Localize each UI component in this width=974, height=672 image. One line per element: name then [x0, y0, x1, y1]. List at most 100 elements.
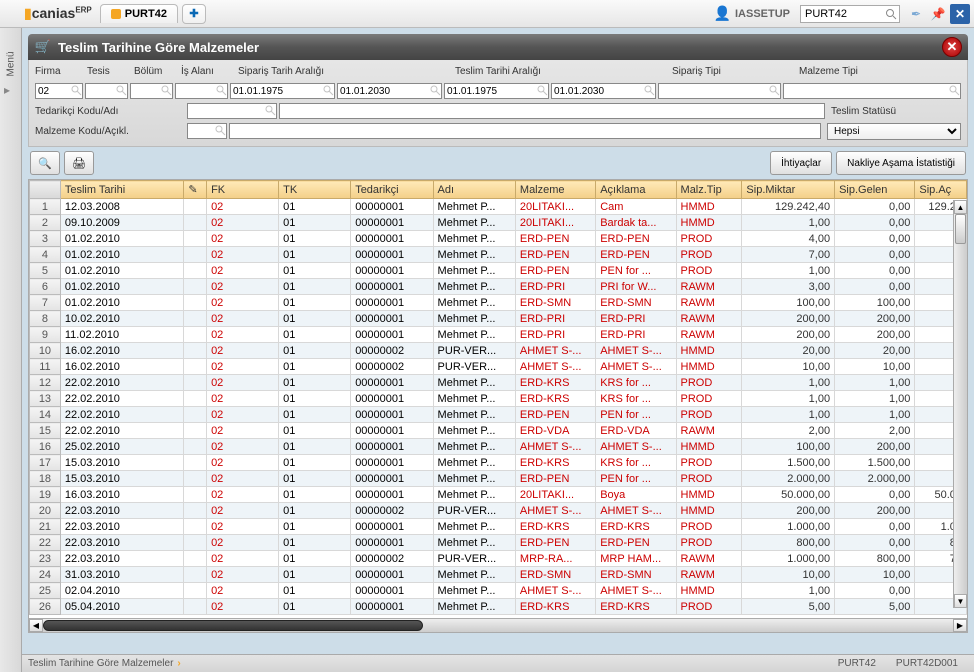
cell-miktar[interactable]: 2.000,00 [742, 471, 835, 487]
cell-adi[interactable]: Mehmet P... [433, 599, 515, 615]
table-row[interactable]: 2022.03.2010020100000002PUR-VER...AHMET … [30, 503, 967, 519]
cell-miktar[interactable]: 2,00 [742, 423, 835, 439]
cell-teslim-tarihi[interactable]: 02.04.2010 [60, 583, 184, 599]
col-sip-gelen[interactable]: Sip.Gelen [835, 181, 915, 199]
cell-tedarikci[interactable]: 00000002 [351, 359, 433, 375]
cell-fk[interactable]: 02 [207, 263, 279, 279]
cell-adi[interactable]: Mehmet P... [433, 567, 515, 583]
cell-tip[interactable]: PROD [676, 519, 742, 535]
print-button[interactable]: 🖨 [64, 151, 94, 175]
cell-tk[interactable]: 01 [279, 343, 351, 359]
cell-edit[interactable] [184, 327, 207, 343]
cell-fk[interactable]: 02 [207, 551, 279, 567]
cell-adi[interactable]: Mehmet P... [433, 423, 515, 439]
table-row[interactable]: 1715.03.2010020100000001Mehmet P...ERD-K… [30, 455, 967, 471]
cell-tk[interactable]: 01 [279, 327, 351, 343]
scroll-right-icon[interactable]: ▶ [953, 619, 967, 632]
cell-aciklama[interactable]: ERD-PEN [596, 247, 676, 263]
input-tedarikci-adi[interactable] [279, 103, 825, 119]
cell-gelen[interactable]: 800,00 [835, 551, 915, 567]
col-malzeme[interactable]: Malzeme [515, 181, 595, 199]
cell-aciklama[interactable]: Cam [596, 199, 676, 215]
cell-aciklama[interactable]: PEN for ... [596, 407, 676, 423]
cell-edit[interactable] [184, 295, 207, 311]
cell-edit[interactable] [184, 535, 207, 551]
cell-adi[interactable]: Mehmet P... [433, 535, 515, 551]
cell-miktar[interactable]: 100,00 [742, 295, 835, 311]
input-siparis-tipi[interactable] [658, 83, 781, 99]
cell-adi[interactable]: Mehmet P... [433, 487, 515, 503]
col-malz-tip[interactable]: Malz.Tip [676, 181, 742, 199]
cell-tk[interactable]: 01 [279, 407, 351, 423]
cell-aciklama[interactable]: PEN for ... [596, 263, 676, 279]
cell-tedarikci[interactable]: 00000001 [351, 263, 433, 279]
cell-tk[interactable]: 01 [279, 487, 351, 503]
cell-edit[interactable] [184, 503, 207, 519]
cell-edit[interactable] [184, 311, 207, 327]
lookup-icon[interactable] [429, 84, 441, 96]
cell-miktar[interactable]: 1.000,00 [742, 519, 835, 535]
cell-gelen[interactable]: 200,00 [835, 503, 915, 519]
cell-aciklama[interactable]: ERD-SMN [596, 295, 676, 311]
cell-tip[interactable]: RAWM [676, 567, 742, 583]
horizontal-scrollbar[interactable]: ◀ ▶ [29, 618, 967, 632]
sidebar-collapsed[interactable]: Menü ▸ [0, 28, 22, 672]
cell-tip[interactable]: PROD [676, 231, 742, 247]
cell-adi[interactable]: Mehmet P... [433, 247, 515, 263]
cell-edit[interactable] [184, 263, 207, 279]
cell-tedarikci[interactable]: 00000002 [351, 343, 433, 359]
cell-miktar[interactable]: 5,00 [742, 599, 835, 615]
cell-aciklama[interactable]: Bardak ta... [596, 215, 676, 231]
cell-fk[interactable]: 02 [207, 327, 279, 343]
cell-malzeme[interactable]: ERD-PEN [515, 247, 595, 263]
cell-tip[interactable]: HMMD [676, 503, 742, 519]
cell-tip[interactable]: HMMD [676, 359, 742, 375]
cell-adi[interactable]: Mehmet P... [433, 455, 515, 471]
cell-miktar[interactable]: 100,00 [742, 439, 835, 455]
cell-edit[interactable] [184, 359, 207, 375]
cell-tk[interactable]: 01 [279, 583, 351, 599]
vertical-scrollbar[interactable]: ▲ ▼ [953, 200, 967, 608]
table-row[interactable]: 1222.02.2010020100000001Mehmet P...ERD-K… [30, 375, 967, 391]
cell-teslim-tarihi[interactable]: 01.02.2010 [60, 247, 184, 263]
cell-tk[interactable]: 01 [279, 231, 351, 247]
new-tab-button[interactable]: ✚ [182, 4, 206, 24]
cell-tedarikci[interactable]: 00000001 [351, 215, 433, 231]
cell-edit[interactable] [184, 599, 207, 615]
cell-miktar[interactable]: 1,00 [742, 375, 835, 391]
cell-gelen[interactable]: 0,00 [835, 487, 915, 503]
cell-tip[interactable]: HMMD [676, 583, 742, 599]
cell-miktar[interactable]: 200,00 [742, 311, 835, 327]
cell-miktar[interactable]: 129.242,40 [742, 199, 835, 215]
cell-tedarikci[interactable]: 00000001 [351, 535, 433, 551]
cell-tk[interactable]: 01 [279, 295, 351, 311]
cell-fk[interactable]: 02 [207, 295, 279, 311]
cell-adi[interactable]: Mehmet P... [433, 279, 515, 295]
cell-miktar[interactable]: 1,00 [742, 263, 835, 279]
cell-tedarikci[interactable]: 00000001 [351, 247, 433, 263]
cell-aciklama[interactable]: ERD-KRS [596, 599, 676, 615]
cell-tedarikci[interactable]: 00000001 [351, 455, 433, 471]
cell-tedarikci[interactable]: 00000001 [351, 471, 433, 487]
cell-malzeme[interactable]: ERD-VDA [515, 423, 595, 439]
cell-tk[interactable]: 01 [279, 311, 351, 327]
cell-gelen[interactable]: 20,00 [835, 343, 915, 359]
cell-adi[interactable]: Mehmet P... [433, 583, 515, 599]
col-sip-ac[interactable]: Sip.Aç [915, 181, 967, 199]
cell-tedarikci[interactable]: 00000001 [351, 311, 433, 327]
col-tk[interactable]: TK [279, 181, 351, 199]
cell-malzeme[interactable]: ERD-SMN [515, 295, 595, 311]
cell-malzeme[interactable]: ERD-PRI [515, 327, 595, 343]
cell-edit[interactable] [184, 199, 207, 215]
cell-tip[interactable]: PROD [676, 247, 742, 263]
input-siparis-date-from[interactable] [230, 83, 335, 99]
cell-edit[interactable] [184, 247, 207, 263]
cell-tip[interactable]: HMMD [676, 215, 742, 231]
cell-malzeme[interactable]: ERD-KRS [515, 391, 595, 407]
cell-gelen[interactable]: 0,00 [835, 583, 915, 599]
cell-adi[interactable]: Mehmet P... [433, 231, 515, 247]
cell-edit[interactable] [184, 583, 207, 599]
cell-tedarikci[interactable]: 00000001 [351, 279, 433, 295]
cell-edit[interactable] [184, 279, 207, 295]
cell-fk[interactable]: 02 [207, 407, 279, 423]
